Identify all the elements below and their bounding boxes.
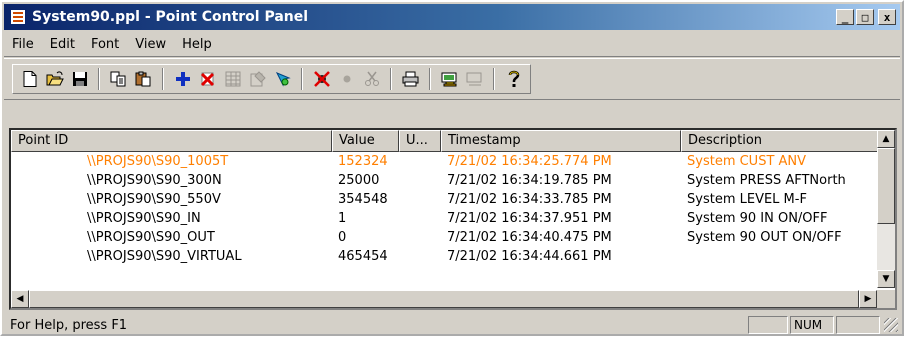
- title-bar[interactable]: System90.ppl - Point Control Panel _ □ x: [4, 4, 900, 30]
- app-icon[interactable]: [10, 9, 26, 25]
- cut-disabled-icon[interactable]: [360, 68, 383, 90]
- dot-icon[interactable]: [335, 68, 358, 90]
- maximize-button[interactable]: □: [856, 9, 874, 25]
- menu-bar: File Edit Font View Help: [4, 32, 900, 57]
- scrollbar-corner: [877, 290, 895, 308]
- minimize-button[interactable]: _: [836, 9, 854, 25]
- list-rows: \\PROJS90\S90_1005T 152324 7/21/02 16:34…: [11, 152, 879, 266]
- grid-icon[interactable]: [221, 68, 244, 90]
- list-row[interactable]: \\PROJS90\S90_IN 1 7/21/02 16:34:37.951 …: [11, 209, 879, 228]
- list-header: Point ID Value U... Timestamp Descriptio…: [11, 130, 879, 152]
- point-timestamp: 7/21/02 16:34:19.785 PM: [447, 173, 612, 188]
- point-list[interactable]: Point ID Value U... Timestamp Descriptio…: [9, 128, 897, 310]
- menu-font[interactable]: Font: [83, 37, 127, 52]
- list-row[interactable]: \\PROJS90\S90_1005T 152324 7/21/02 16:34…: [11, 152, 879, 171]
- menu-edit[interactable]: Edit: [42, 37, 83, 52]
- point-id: \\PROJS90\S90_OUT: [87, 230, 215, 245]
- column-units[interactable]: U...: [399, 130, 441, 152]
- horizontal-scrollbar[interactable]: ◀ ▶: [11, 290, 877, 308]
- list-row[interactable]: \\PROJS90\S90_OUT 0 7/21/02 16:34:40.475…: [11, 228, 879, 247]
- column-timestamp[interactable]: Timestamp: [441, 130, 681, 152]
- toolbar-group: [12, 64, 531, 94]
- status-message: For Help, press F1: [10, 317, 128, 333]
- caption-buttons: _ □ x: [836, 9, 896, 25]
- point-timestamp: 7/21/02 16:34:44.661 PM: [447, 249, 612, 264]
- point-unit: [399, 171, 441, 190]
- vertical-scrollbar[interactable]: ▲ ▼: [877, 130, 895, 288]
- point-unit: [399, 247, 441, 266]
- open-icon[interactable]: [43, 68, 66, 90]
- menu-file[interactable]: File: [4, 37, 42, 52]
- refresh-icon[interactable]: [271, 68, 294, 90]
- save-icon[interactable]: [68, 68, 91, 90]
- point-description: System 90 IN ON/OFF: [687, 211, 828, 226]
- toolbar: [4, 58, 900, 100]
- point-timestamp: 7/21/02 16:34:37.951 PM: [447, 211, 612, 226]
- point-value: 465454: [338, 249, 388, 264]
- point-description: System 90 OUT ON/OFF: [687, 230, 842, 245]
- point-value: 354548: [338, 192, 388, 207]
- paste-icon[interactable]: [132, 68, 155, 90]
- lock-icon[interactable]: [438, 68, 461, 90]
- list-row[interactable]: \\PROJS90\S90_VIRTUAL 465454 7/21/02 16:…: [11, 247, 879, 266]
- toolbar-separator: [493, 68, 495, 90]
- point-description: System PRESS AFTNorth: [687, 173, 846, 188]
- scroll-up-button[interactable]: ▲: [877, 130, 895, 148]
- delete-point-icon[interactable]: [196, 68, 219, 90]
- scroll-down-button[interactable]: ▼: [877, 270, 895, 288]
- status-pane-blank-2: [836, 316, 880, 334]
- point-description: System CUST ANV: [687, 154, 807, 169]
- status-num-indicator: NUM: [790, 316, 834, 334]
- point-description: System LEVEL M-F: [687, 192, 807, 207]
- scroll-left-button[interactable]: ◀: [11, 290, 29, 308]
- vertical-scroll-thumb[interactable]: [877, 148, 895, 224]
- list-row[interactable]: \\PROJS90\S90_300N 25000 7/21/02 16:34:1…: [11, 171, 879, 190]
- menu-help[interactable]: Help: [174, 37, 220, 52]
- add-point-icon[interactable]: [171, 68, 194, 90]
- status-pane-blank: [748, 316, 788, 334]
- point-value: 25000: [338, 173, 380, 188]
- toolbar-separator: [98, 68, 100, 90]
- resize-grip-icon[interactable]: [884, 318, 898, 332]
- point-timestamp: 7/21/02 16:34:33.785 PM: [447, 192, 612, 207]
- status-bar: For Help, press F1 NUM: [4, 315, 900, 335]
- print-icon[interactable]: [399, 68, 422, 90]
- toolbar-separator: [390, 68, 392, 90]
- point-control-panel-window: System90.ppl - Point Control Panel _ □ x…: [0, 0, 904, 336]
- list-row[interactable]: \\PROJS90\S90_550V 354548 7/21/02 16:34:…: [11, 190, 879, 209]
- column-value[interactable]: Value: [332, 130, 399, 152]
- point-unit: [399, 152, 441, 171]
- toolbar-separator: [301, 68, 303, 90]
- point-timestamp: 7/21/02 16:34:25.774 PM: [447, 154, 612, 169]
- close-button[interactable]: x: [878, 9, 896, 25]
- point-description: [681, 247, 879, 266]
- point-id: \\PROJS90\S90_1005T: [87, 154, 229, 169]
- point-unit: [399, 228, 441, 247]
- point-id: \\PROJS90\S90_550V: [87, 192, 221, 207]
- point-value: 1: [338, 211, 347, 226]
- alarm-icon[interactable]: [310, 68, 333, 90]
- point-unit: [399, 209, 441, 228]
- toolbar-separator: [429, 68, 431, 90]
- window-title: System90.ppl - Point Control Panel: [32, 9, 309, 25]
- menu-view[interactable]: View: [127, 37, 174, 52]
- scroll-right-button[interactable]: ▶: [859, 290, 877, 308]
- monitor-disabled-icon[interactable]: [463, 68, 486, 90]
- point-id: \\PROJS90\S90_VIRTUAL: [87, 249, 242, 264]
- column-point-id[interactable]: Point ID: [11, 130, 332, 152]
- new-icon[interactable]: [18, 68, 41, 90]
- point-timestamp: 7/21/02 16:34:40.475 PM: [447, 230, 612, 245]
- copy-icon[interactable]: [107, 68, 130, 90]
- point-value: 152324: [338, 154, 388, 169]
- point-id: \\PROJS90\S90_IN: [87, 211, 201, 226]
- point-unit: [399, 190, 441, 209]
- column-description[interactable]: Description: [681, 130, 879, 152]
- toolbar-separator: [162, 68, 164, 90]
- properties-icon[interactable]: [246, 68, 269, 90]
- point-id: \\PROJS90\S90_300N: [87, 173, 222, 188]
- horizontal-scroll-thumb[interactable]: [29, 290, 859, 308]
- help-icon[interactable]: [502, 68, 525, 90]
- point-value: 0: [338, 230, 347, 245]
